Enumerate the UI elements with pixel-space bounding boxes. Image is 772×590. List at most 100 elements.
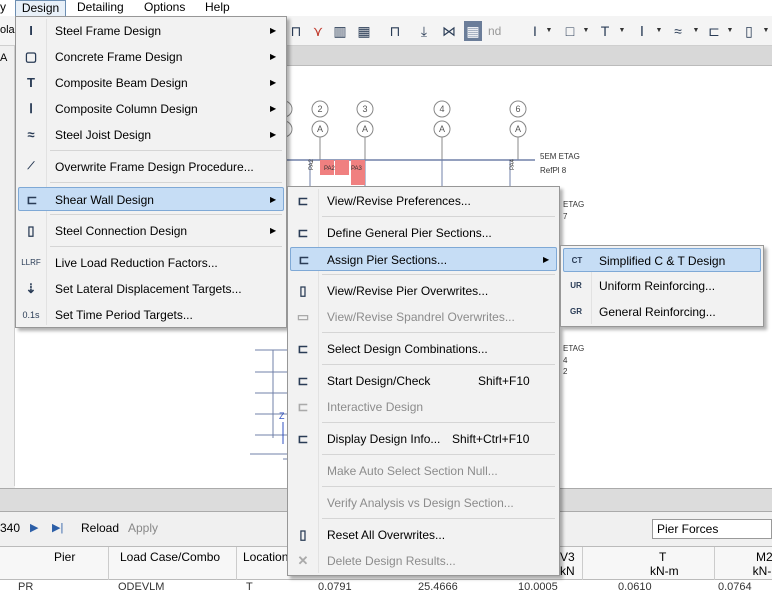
menu-item-steel-connection-design[interactable]: ▯ Steel Connection Design ▶ <box>18 219 284 243</box>
menu-item-interactive-design[interactable]: ⊏ Interactive Design <box>290 395 557 419</box>
menu-item-view-revise-pier-overwrites[interactable]: ▯ View/Revise Pier Overwrites... <box>290 279 557 303</box>
menu-item-label: Steel Connection Design <box>55 224 188 238</box>
menu-item-label: View/Revise Preferences... <box>327 194 471 208</box>
last-record-icon[interactable]: ▶| <box>52 521 63 534</box>
menu-separator <box>322 454 555 455</box>
menu-item-live-load-reduction[interactable]: LLRF Live Load Reduction Factors... <box>18 251 284 275</box>
menu-item-composite-column-design[interactable]: Ⅰ Composite Column Design ▶ <box>18 97 284 121</box>
link-icon[interactable]: ⤓ <box>415 21 433 41</box>
story-label: 5EM ETAG <box>540 152 580 161</box>
table-cell: 0.0764 <box>718 581 752 590</box>
grid-letter: A <box>439 124 445 134</box>
pier-label: PA3 <box>351 166 363 172</box>
menu-options[interactable]: Options <box>144 0 185 16</box>
chevron-down-icon[interactable]: ▼ <box>545 21 553 41</box>
shear-wall-tool-icon[interactable]: ⊏ <box>705 21 723 41</box>
composite-column-icon: Ⅰ <box>29 101 33 116</box>
table-cell: 0.0610 <box>618 581 652 590</box>
concrete-section-icon[interactable]: □ <box>561 21 579 41</box>
menu-item-concrete-frame-design[interactable]: ▢ Concrete Frame Design ▶ <box>18 45 284 69</box>
chevron-down-icon[interactable]: ▼ <box>692 21 700 41</box>
menu-item-time-period-targets[interactable]: 0.1s Set Time Period Targets... <box>18 303 284 327</box>
menu-item-composite-beam-design[interactable]: T Composite Beam Design ▶ <box>18 71 284 95</box>
menu-item-lateral-displacement[interactable]: ⇣ Set Lateral Displacement Targets... <box>18 277 284 301</box>
column-header-v3[interactable]: V3 <box>560 551 575 564</box>
spring-icon[interactable]: ⋎ <box>309 21 327 41</box>
menu-item-reset-all-overwrites[interactable]: ▯ Reset All Overwrites... <box>290 523 557 547</box>
chevron-down-icon[interactable]: ▼ <box>582 21 590 41</box>
menu-item-define-general-pier-sections[interactable]: ⊏ Define General Pier Sections... <box>290 221 557 245</box>
frame-icon[interactable]: ⊓ <box>287 21 305 41</box>
menu-item-label: Select Design Combinations... <box>327 342 488 356</box>
menu-help[interactable]: Help <box>205 0 230 16</box>
menu-design[interactable]: Design <box>15 0 66 16</box>
menu-item-simplified-ct-design[interactable]: CT Simplified C & T Design <box>563 248 761 272</box>
pier-highlight[interactable] <box>335 160 349 175</box>
connection-tool-icon[interactable]: ▯ <box>740 21 758 41</box>
menu-item-shear-wall-design[interactable]: ⊏ Shear Wall Design ▶ <box>18 187 284 211</box>
menu-item-label: Steel Frame Design <box>55 24 162 38</box>
chevron-down-icon[interactable]: ▼ <box>655 21 663 41</box>
menu-item-start-design-check[interactable]: ⊏ Start Design/Check Shift+F10 <box>290 369 557 393</box>
menu-item-verify-analysis-vs-design[interactable]: Verify Analysis vs Design Section... <box>290 491 557 515</box>
wall-icon[interactable]: ▥ <box>331 21 349 41</box>
preferences-icon: ⊏ <box>297 193 309 208</box>
column-header-t[interactable]: T <box>659 551 666 564</box>
column-header-pier[interactable]: Pier <box>54 551 75 564</box>
menu-separator <box>50 246 282 247</box>
menu-detailing[interactable]: Detailing <box>77 0 124 16</box>
submenu-arrow-icon: ▶ <box>270 226 277 235</box>
beam-section-icon[interactable]: T <box>596 21 614 41</box>
column-header-location[interactable]: Location <box>243 551 288 564</box>
menu-item-label: Set Time Period Targets... <box>55 308 193 322</box>
column-divider <box>714 547 715 581</box>
menu-item-steel-frame-design[interactable]: I Steel Frame Design ▶ <box>18 19 284 43</box>
menu-item-label: Set Lateral Displacement Targets... <box>55 282 242 296</box>
joist-icon[interactable]: ≈ <box>669 21 687 41</box>
menu-item-assign-pier-sections[interactable]: ⊏ Assign Pier Sections... ▶ <box>290 247 557 271</box>
menu-item-make-auto-select-null[interactable]: Make Auto Select Section Null... <box>290 459 557 483</box>
chevron-down-icon[interactable]: ▼ <box>618 21 626 41</box>
menu-item-general-reinforcing[interactable]: GR General Reinforcing... <box>563 300 761 324</box>
menu-item-label: Interactive Design <box>327 400 424 414</box>
menu-fragment[interactable]: y <box>0 0 6 16</box>
column-section-icon[interactable]: Ⅰ <box>633 21 651 41</box>
menu-item-label: Reset All Overwrites... <box>327 528 446 542</box>
menu-item-overwrite-frame-design[interactable]: ⟋ Overwrite Frame Design Procedure... <box>18 155 284 179</box>
submenu-arrow-icon: ▶ <box>270 78 277 87</box>
story-label-fragment: 7 <box>563 212 568 221</box>
apply-button[interactable]: Apply <box>128 521 158 535</box>
table-cell: 0.0791 <box>318 581 352 590</box>
pier-highlight[interactable] <box>351 175 365 185</box>
menu-item-select-design-combinations[interactable]: ⊏ Select Design Combinations... <box>290 337 557 361</box>
column-header-combo[interactable]: Load Case/Combo <box>120 551 220 564</box>
menu-item-delete-design-results[interactable]: ✕ Delete Design Results... <box>290 549 557 573</box>
menu-separator <box>322 486 555 487</box>
menu-item-label: Start Design/Check <box>327 374 431 388</box>
menu-item-label: Display Design Info... <box>327 432 441 446</box>
next-record-icon[interactable]: ▶ <box>30 521 38 534</box>
pier-overwrites-icon: ▯ <box>299 283 307 298</box>
render-icon[interactable]: ▦ <box>464 21 482 41</box>
pier-label: PA4 <box>510 158 516 170</box>
menu-item-label: Define General Pier Sections... <box>327 226 492 240</box>
chevron-down-icon[interactable]: ▼ <box>726 21 734 41</box>
menu-item-display-design-info[interactable]: ⊏ Display Design Info... Shift+Ctrl+F10 <box>290 427 557 451</box>
reload-button[interactable]: Reload <box>81 521 119 535</box>
time-period-icon: 0.1s <box>22 310 40 320</box>
steel-section-icon[interactable]: I <box>526 21 544 41</box>
menu-item-uniform-reinforcing[interactable]: UR Uniform Reinforcing... <box>563 274 761 298</box>
delete-results-icon: ✕ <box>297 553 309 568</box>
chevron-down-icon[interactable]: ▼ <box>762 21 770 41</box>
portal-icon[interactable]: ⊓ <box>386 21 404 41</box>
wall-grid-icon[interactable]: ▦ <box>355 21 373 41</box>
table-row[interactable]: PR ODEVLM T 0.0791 25.4666 10.0005 0.061… <box>0 580 772 590</box>
menu-item-view-revise-spandrel-overwrites[interactable]: ▭ View/Revise Spandrel Overwrites... <box>290 305 557 329</box>
column-header-m2[interactable]: M2 <box>756 551 772 564</box>
results-type-select[interactable]: Pier Forces <box>652 519 772 539</box>
toolbar-nd-label[interactable]: nd <box>488 24 501 38</box>
design-combinations-icon: ⊏ <box>297 341 309 356</box>
menu-item-view-revise-preferences[interactable]: ⊏ View/Revise Preferences... <box>290 189 557 213</box>
truss-icon[interactable]: ⋈ <box>440 21 458 41</box>
menu-item-steel-joist-design[interactable]: ≈ Steel Joist Design ▶ <box>18 123 284 147</box>
